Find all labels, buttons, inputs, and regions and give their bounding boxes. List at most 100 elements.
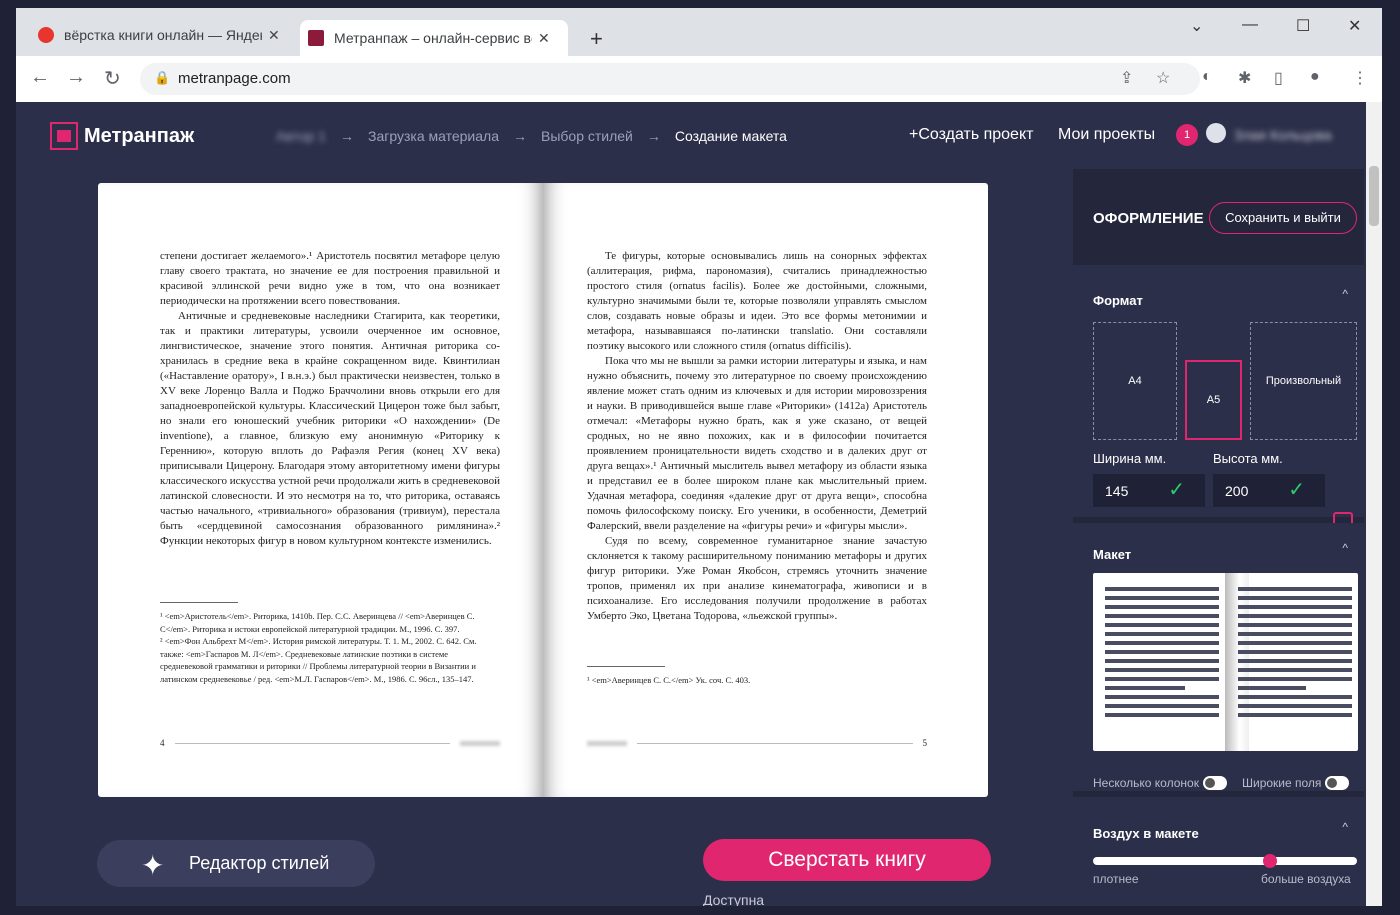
air-header: Воздух в макете <box>1093 826 1199 841</box>
paragraph: Судя по всему, современное гуманитарное … <box>587 535 927 622</box>
app: Метранпаж Автор 1 → Загрузка материала →… <box>16 102 1366 906</box>
page-text: степени достигает желаемого».¹ Аристотел… <box>160 249 500 549</box>
extensions-puzzle-icon[interactable]: ✱ <box>1238 68 1251 88</box>
top-bar: Метранпаж Автор 1 → Загрузка материала →… <box>16 102 1366 170</box>
page-text: Те фигуры, которые основывались лишь на … <box>587 249 927 624</box>
footnote: ¹ <em>Аверинцев С. С.</em> Ук. соч. С. 4… <box>587 675 751 685</box>
breadcrumb-arrow: → <box>339 128 354 144</box>
check-icon: ✓ <box>1168 479 1185 501</box>
collapse-caret-icon[interactable]: ^ <box>1342 820 1348 834</box>
layout-preview[interactable] <box>1093 573 1358 751</box>
format-a4[interactable]: A4 <box>1093 322 1177 440</box>
browser-chrome: вёрстка книги онлайн — Яндекс ✕ Метранпа… <box>16 8 1382 102</box>
air-slider[interactable] <box>1093 854 1357 868</box>
logo[interactable]: Метранпаж <box>50 122 194 150</box>
extension-circle-icon[interactable]: ◐ <box>1202 68 1212 86</box>
logo-mark-icon <box>50 122 78 150</box>
page-footer: 4 <box>160 738 500 748</box>
layout-header: Макет <box>1093 547 1132 562</box>
forward-icon[interactable]: → <box>66 66 86 89</box>
footnote: ¹ <em>Аристотель</em>. Риторика, 1410b. … <box>160 611 475 634</box>
collapse-caret-icon[interactable]: ^ <box>1342 541 1348 555</box>
tab-metranpage[interactable]: Метранпаж – онлайн-сервис вёрстки ✕ <box>300 20 568 56</box>
make-book-button[interactable]: Сверстать книгу <box>703 839 991 881</box>
format-custom[interactable]: Произвольный <box>1250 322 1357 440</box>
height-input[interactable]: 200 ✓ <box>1213 474 1325 507</box>
running-head <box>587 740 627 746</box>
url-text: metranpage.com <box>178 70 291 87</box>
metranpage-favicon-icon <box>308 30 324 46</box>
create-project-link[interactable]: +Создать проект <box>909 126 1033 144</box>
page-scrollbar[interactable] <box>1366 102 1382 906</box>
user-name[interactable]: Злая Кольцова <box>1234 127 1332 143</box>
toggle-switch[interactable] <box>1202 776 1227 790</box>
breadcrumb-step-3[interactable]: Выбор стилей <box>541 128 633 144</box>
format-a5[interactable]: A5 <box>1185 360 1242 440</box>
breadcrumb-step-1[interactable]: Автор 1 <box>276 128 326 144</box>
url-field[interactable]: 🔒 metranpage.com <box>140 63 1200 95</box>
breadcrumb-step-2[interactable]: Загрузка материала <box>368 128 499 144</box>
toggle-switch[interactable] <box>1325 776 1350 790</box>
user-avatar-icon[interactable] <box>1206 123 1226 143</box>
footnotes: ¹ <em>Аристотель</em>. Риторика, 1410b. … <box>160 610 500 685</box>
slider-knob[interactable] <box>1262 854 1277 868</box>
logo-text: Метранпаж <box>84 124 195 147</box>
side-panel-icon[interactable]: ▯ <box>1274 68 1283 88</box>
save-and-exit-button[interactable]: Сохранить и выйти <box>1209 202 1357 234</box>
share-icon[interactable]: ⇪ <box>1120 68 1133 88</box>
profile-icon[interactable]: ● <box>1310 68 1320 86</box>
collapse-caret-icon[interactable]: ^ <box>1342 287 1348 301</box>
new-tab-button[interactable]: + <box>590 26 603 52</box>
bookmark-star-icon[interactable]: ☆ <box>1156 68 1170 88</box>
paragraph: Пока что мы не вышли за рамки истории ли… <box>587 355 927 532</box>
tab-yandex[interactable]: вёрстка книги онлайн — Яндекс ✕ <box>30 18 292 52</box>
width-input[interactable]: 145 ✓ <box>1093 474 1205 507</box>
paragraph: Те фигуры, которые основывались лишь на … <box>587 250 927 352</box>
yandex-icon <box>38 27 54 43</box>
breadcrumb-arrow: → <box>646 128 661 144</box>
slider-min-label: плотнее <box>1093 872 1139 886</box>
my-projects-link[interactable]: Мои проекты <box>1058 126 1155 144</box>
paragraph: степени достигает желаемого».¹ Аристотел… <box>160 250 500 307</box>
scrollbar-thumb[interactable] <box>1369 166 1379 226</box>
tab-search-icon[interactable]: ⌄ <box>1190 16 1203 36</box>
menu-kebab-icon[interactable]: ⋮ <box>1352 68 1368 88</box>
breadcrumb-arrow: → <box>512 128 527 144</box>
availability-text: Доступна <box>703 892 765 906</box>
running-head <box>460 740 500 746</box>
page-number: 5 <box>922 738 928 748</box>
panel-title: ОФОРМЛЕНИЕ <box>1093 210 1204 227</box>
tab-title: Метранпаж – онлайн-сервис вёрстки <box>334 30 532 46</box>
maximize-icon[interactable]: ☐ <box>1296 16 1310 36</box>
styles-editor-button[interactable]: ✦ Редактор стилей <box>97 840 375 887</box>
reload-icon[interactable]: ↻ <box>104 66 121 91</box>
slider-max-label: больше воздуха <box>1261 872 1351 886</box>
multi-columns-toggle[interactable]: Несколько колонок <box>1093 776 1227 790</box>
book-preview: степени достигает желаемого».¹ Аристотел… <box>98 183 988 797</box>
close-tab-icon[interactable]: ✕ <box>268 27 280 44</box>
footnote-rule <box>587 666 665 667</box>
close-tab-icon[interactable]: ✕ <box>538 30 550 47</box>
footnote-rule <box>160 602 238 603</box>
design-panel: ОФОРМЛЕНИЕ Сохранить и выйти Формат ^ A4… <box>1073 169 1364 906</box>
air-section <box>1073 797 1364 906</box>
footnote: ² <em>Фон Альбрехт М</em>. История римск… <box>160 636 477 684</box>
page-footer: 5 <box>587 738 927 748</box>
page-number: 4 <box>160 738 165 748</box>
width-label: Ширина мм. <box>1093 451 1167 466</box>
breadcrumb-step-4: Создание макета <box>674 128 787 144</box>
book-page-right: Те фигуры, которые основывались лишь на … <box>543 183 988 797</box>
close-window-icon[interactable]: ✕ <box>1348 16 1361 36</box>
footer-line <box>637 742 913 744</box>
check-icon: ✓ <box>1288 479 1305 501</box>
height-label: Высота мм. <box>1213 451 1283 466</box>
notification-badge[interactable]: 1 <box>1176 124 1198 146</box>
layout-column <box>1105 587 1219 722</box>
back-icon[interactable]: ← <box>30 66 50 89</box>
layout-column <box>1238 587 1352 722</box>
minimize-icon[interactable]: — <box>1242 16 1258 34</box>
format-header: Формат <box>1093 293 1143 308</box>
wide-margins-toggle[interactable]: Широкие поля <box>1242 776 1350 790</box>
lock-icon[interactable]: 🔒 <box>154 70 170 86</box>
styles-editor-label: Редактор стилей <box>189 853 330 873</box>
